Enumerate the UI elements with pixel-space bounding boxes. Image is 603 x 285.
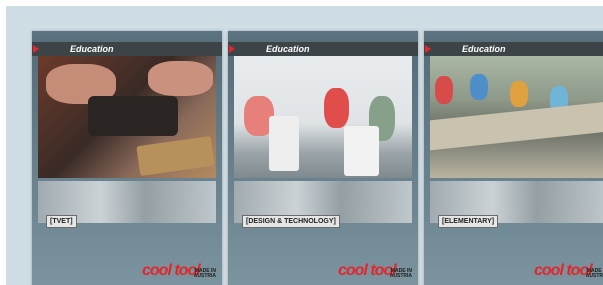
made-in-austria-badge: MADE IN AUSTRIA	[193, 268, 216, 279]
catalog-panel: Education [TVET] cool tool MADE IN AUSTR…	[6, 6, 603, 285]
catalog-card-elementary[interactable]: Education [ELEMENTARY] cool tool MADE IN…	[424, 31, 603, 285]
series-label: Education	[462, 44, 506, 54]
card-header-strip: Education	[424, 42, 603, 56]
catalog-card-tvet[interactable]: Education [TVET] cool tool MADE IN AUSTR…	[32, 31, 222, 285]
card-category-tag: [DESIGN & TECHNOLOGY]	[242, 215, 340, 228]
cool-tool-logo: cool tool MADE IN AUSTRIA	[534, 263, 603, 285]
card-category-tag: [ELEMENTARY]	[438, 215, 499, 228]
made-in-austria-badge: MADE IN AUSTRIA	[585, 268, 603, 279]
card-header-strip: Education	[228, 42, 418, 56]
series-label: Education	[70, 44, 114, 54]
catalog-card-design-technology[interactable]: Education [DESIGN & TECHNOLOGY] cool too…	[228, 31, 418, 285]
cool-tool-brand-mark	[425, 43, 458, 55]
card-photo	[234, 56, 412, 178]
cool-tool-logo: cool tool MADE IN AUSTRIA	[338, 263, 412, 285]
card-photo	[38, 56, 216, 178]
made-in-austria-badge: MADE IN AUSTRIA	[389, 268, 412, 279]
cool-tool-brand-mark	[33, 43, 66, 55]
cool-tool-brand-mark	[229, 43, 262, 55]
cool-tool-logo: cool tool MADE IN AUSTRIA	[142, 263, 216, 285]
card-category-tag: [TVET]	[46, 215, 77, 228]
series-label: Education	[266, 44, 310, 54]
card-photo	[430, 56, 603, 178]
card-header-strip: Education	[32, 42, 222, 56]
